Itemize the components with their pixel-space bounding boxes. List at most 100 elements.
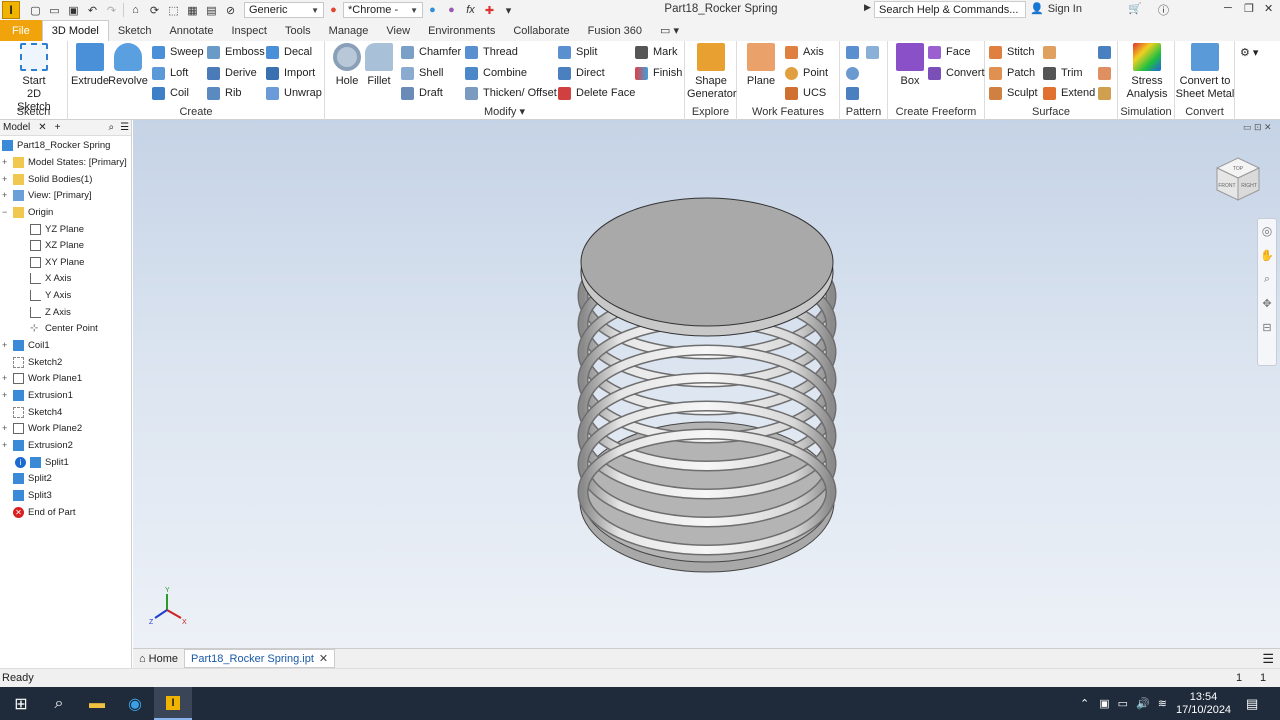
ribbon-display-toggle[interactable]: ▭ ▾ xyxy=(651,20,688,41)
tab-file[interactable]: File xyxy=(0,20,42,41)
tree-item[interactable]: + Work Plane1 xyxy=(2,370,82,386)
ribbon-options-button[interactable]: ⚙ ▾ xyxy=(1240,43,1258,61)
shell-button[interactable]: Shell xyxy=(401,64,443,82)
tree-item[interactable]: Sketch4 xyxy=(13,404,62,420)
tree-item[interactable]: Z Axis xyxy=(30,304,71,320)
expand-icon[interactable]: + xyxy=(2,440,11,450)
material-browser-icon[interactable]: ● xyxy=(443,2,460,18)
pan-icon[interactable]: ✋ xyxy=(1258,243,1276,267)
rib-button[interactable]: Rib xyxy=(207,84,242,102)
color-wheel-icon[interactable]: ● xyxy=(325,2,342,18)
add-tab-icon[interactable]: + xyxy=(55,122,61,133)
sign-in-button[interactable]: 👤 Sign In xyxy=(1030,2,1082,16)
emboss-button[interactable]: Emboss xyxy=(207,43,265,61)
tree-item[interactable]: − Origin xyxy=(2,204,53,220)
trim-button[interactable]: Trim xyxy=(1043,64,1083,82)
rectangular-pattern-button[interactable] xyxy=(846,43,864,61)
tree-item[interactable]: Sketch2 xyxy=(13,354,62,370)
file-explorer-icon[interactable]: ▬ xyxy=(78,687,116,720)
tree-item[interactable]: + Solid Bodies(1) xyxy=(2,171,92,187)
box-button[interactable]: Box xyxy=(890,43,930,88)
volume-icon[interactable]: 🔊 xyxy=(1136,697,1150,710)
orbit-icon[interactable]: ✥ xyxy=(1258,291,1276,315)
delete-face-button[interactable]: Delete Face xyxy=(558,84,635,102)
viewcube[interactable]: TOP FRONT RIGHT xyxy=(1215,156,1261,202)
sweep-button[interactable]: Sweep xyxy=(152,43,204,61)
save-icon[interactable]: ▣ xyxy=(65,2,82,18)
tree-root[interactable]: Part18_Rocker Spring xyxy=(2,137,110,153)
windows-start-icon[interactable]: ⊞ xyxy=(2,687,40,720)
tab-collaborate[interactable]: Collaborate xyxy=(504,20,578,41)
tab-3d-model[interactable]: 3D Model xyxy=(41,20,109,41)
network-icon[interactable]: ▣ xyxy=(1099,697,1109,710)
patch-button[interactable]: Patch xyxy=(989,64,1035,82)
collapse-icon[interactable]: − xyxy=(2,207,11,217)
tray-chevron-icon[interactable]: ⌃ xyxy=(1080,697,1089,710)
tab-tools[interactable]: Tools xyxy=(276,20,320,41)
start-2d-sketch-button[interactable]: Start 2D Sketch xyxy=(12,43,56,114)
stress-analysis-button[interactable]: Stress Analysis xyxy=(1124,43,1170,101)
tree-item[interactable]: XZ Plane xyxy=(30,237,84,253)
wifi-icon[interactable]: ≋ xyxy=(1158,697,1167,710)
cancel-circle-icon[interactable]: ⊘ xyxy=(222,2,239,18)
document-tab-active[interactable]: Part18_Rocker Spring.ipt ✕ xyxy=(184,649,336,668)
look-at-icon[interactable]: ⊟ xyxy=(1258,315,1276,339)
tree-item[interactable]: + Work Plane2 xyxy=(2,420,82,436)
ruled-surface-button[interactable] xyxy=(1043,43,1061,61)
shape-generator-button[interactable]: Shape Generator xyxy=(687,43,737,101)
plane-button[interactable]: Plane xyxy=(741,43,781,88)
properties-icon[interactable]: ▤ xyxy=(203,2,220,18)
mark-button[interactable]: Mark xyxy=(635,43,677,61)
expand-icon[interactable]: + xyxy=(2,174,11,184)
expand-icon[interactable]: + xyxy=(2,390,11,400)
cart-icon[interactable]: 🛒 xyxy=(1128,2,1142,15)
tree-item[interactable]: XY Plane xyxy=(30,254,84,270)
material-select[interactable]: *Chrome - ▼ xyxy=(343,2,423,18)
expand-icon[interactable]: + xyxy=(2,423,11,433)
tree-item[interactable]: + Extrusion1 xyxy=(2,387,73,403)
close-tab-icon[interactable]: ✕ xyxy=(38,122,46,133)
close-icon[interactable]: ✕ xyxy=(1264,2,1273,15)
chamfer-button[interactable]: Chamfer xyxy=(401,43,461,61)
repair-bodies-button[interactable] xyxy=(1098,84,1116,102)
zoom-icon[interactable]: ⌕ xyxy=(1258,267,1276,291)
tree-item[interactable]: YZ Plane xyxy=(30,221,84,237)
import-button[interactable]: Import xyxy=(266,64,315,82)
draft-button[interactable]: Draft xyxy=(401,84,443,102)
search-icon[interactable]: ⌕ xyxy=(108,122,114,133)
expand-icon[interactable]: + xyxy=(2,373,11,383)
thicken-offset-button[interactable]: Thicken/ Offset xyxy=(465,84,557,102)
fx-parameters-icon[interactable]: fx xyxy=(462,2,479,18)
boundary-patch-button[interactable] xyxy=(1098,43,1116,61)
clock[interactable]: 13:54 17/10/2024 xyxy=(1176,687,1231,720)
stitch-button[interactable]: Stitch xyxy=(989,43,1035,61)
revolve-button[interactable]: Revolve xyxy=(108,43,148,88)
close-tab-icon[interactable]: ✕ xyxy=(319,652,328,665)
face-button[interactable]: Face xyxy=(928,43,970,61)
tree-item[interactable]: + Model States: [Primary] xyxy=(2,154,127,170)
expand-arrow-icon[interactable]: ▶ xyxy=(864,2,871,13)
unwrap-button[interactable]: Unwrap xyxy=(266,84,322,102)
convert-to-sheet-metal-button[interactable]: Convert to Sheet Metal xyxy=(1175,43,1235,101)
undo-icon[interactable]: ↶ xyxy=(84,2,101,18)
viewcube-top-label[interactable]: TOP xyxy=(1233,166,1244,172)
tree-item[interactable]: + Extrusion2 xyxy=(2,437,73,453)
thread-button[interactable]: Thread xyxy=(465,43,518,61)
restore-icon[interactable]: ❐ xyxy=(1244,2,1254,15)
notification-icon[interactable]: ▤ xyxy=(1246,687,1258,720)
axis-button[interactable]: Axis xyxy=(785,43,824,61)
viewport-window-controls[interactable]: ▭ ⊡ ✕ xyxy=(1243,122,1272,133)
tab-view[interactable]: View xyxy=(377,20,419,41)
tree-item[interactable]: i Split1 xyxy=(15,454,69,470)
direct-button[interactable]: Direct xyxy=(558,64,605,82)
tree-item[interactable]: X Axis xyxy=(30,270,71,286)
appearance-browser-icon[interactable]: ● xyxy=(424,2,441,18)
fillet-button[interactable]: Fillet xyxy=(359,43,399,88)
tree-item[interactable]: ✕ End of Part xyxy=(13,504,76,520)
decal-button[interactable]: Decal xyxy=(266,43,312,61)
sculpt-button[interactable]: Sculpt xyxy=(989,84,1038,102)
tab-sketch[interactable]: Sketch xyxy=(109,20,161,41)
mirror-button[interactable] xyxy=(866,43,884,61)
split-button[interactable]: Split xyxy=(558,43,597,61)
menu-icon[interactable]: ☰ xyxy=(120,122,129,133)
